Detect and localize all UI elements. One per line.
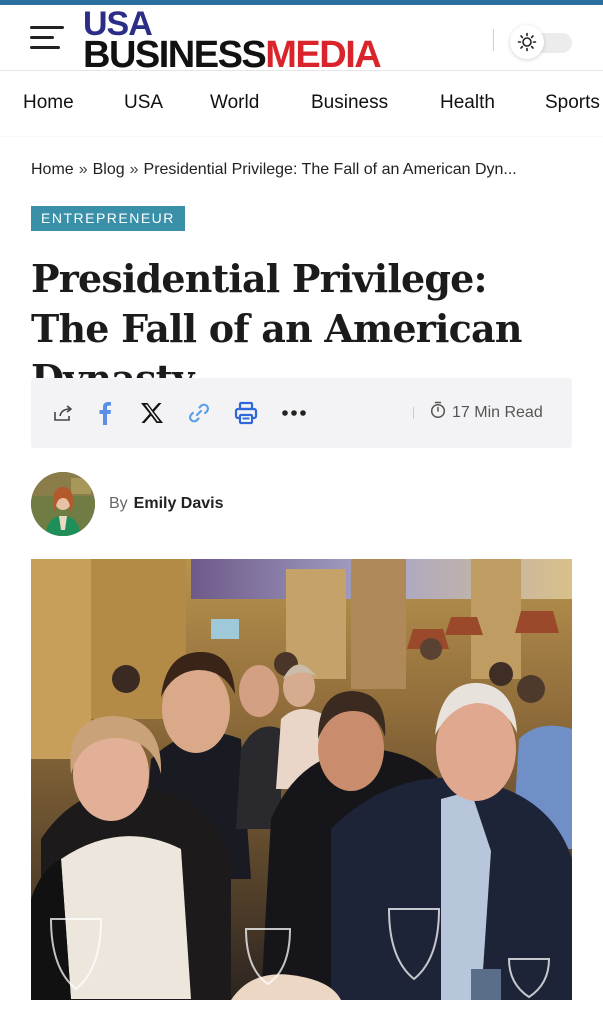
main-nav: Home USA World Business Health Sports [0, 72, 603, 136]
breadcrumb-home[interactable]: Home [31, 161, 74, 178]
article-featured-image[interactable] [31, 559, 572, 1000]
breadcrumb-separator: » [129, 161, 139, 178]
breadcrumb-blog[interactable]: Blog [93, 161, 125, 178]
more-icon[interactable] [281, 400, 307, 426]
nav-item-sports[interactable]: Sports [545, 92, 600, 114]
nav-item-usa[interactable]: USA [124, 92, 163, 114]
theme-toggle[interactable] [510, 25, 572, 59]
breadcrumb: Home» Blog» Presidential Privilege: The Fa… [31, 161, 591, 179]
site-logo[interactable]: USA BUSINESSMEDIA [83, 5, 428, 75]
share-bar: 17 Min Read [31, 378, 572, 448]
category-badge[interactable]: ENTREPRENEUR [31, 206, 185, 231]
nav-item-health[interactable]: Health [440, 92, 495, 114]
breadcrumb-separator: » [78, 161, 88, 178]
logo-media: MEDIA [265, 34, 381, 76]
share-icon[interactable] [50, 400, 76, 426]
header-divider [493, 29, 494, 51]
timer-icon [430, 401, 446, 424]
hamburger-menu-icon[interactable] [30, 23, 68, 51]
read-time-label: 17 Min Read [452, 403, 543, 421]
read-time: 17 Min Read [430, 401, 543, 424]
share-divider [413, 407, 414, 419]
author-prefix: By [109, 495, 128, 512]
site-header: USA BUSINESSMEDIA [0, 5, 603, 75]
nav-item-business[interactable]: Business [311, 92, 388, 114]
nav-item-world[interactable]: World [210, 92, 259, 114]
logo-business: BUSINESS [83, 34, 267, 76]
facebook-icon[interactable] [92, 400, 118, 426]
copy-link-icon[interactable] [186, 400, 212, 426]
x-icon[interactable] [139, 400, 165, 426]
nav-item-home[interactable]: Home [23, 92, 74, 114]
author-block: By Emily Davis [31, 471, 224, 537]
sun-icon [510, 25, 544, 59]
author-avatar[interactable] [31, 472, 95, 536]
print-icon[interactable] [233, 400, 259, 426]
breadcrumb-current: Presidential Privilege: The Fall of an A… [143, 161, 517, 178]
author-name[interactable]: Emily Davis [134, 495, 224, 513]
